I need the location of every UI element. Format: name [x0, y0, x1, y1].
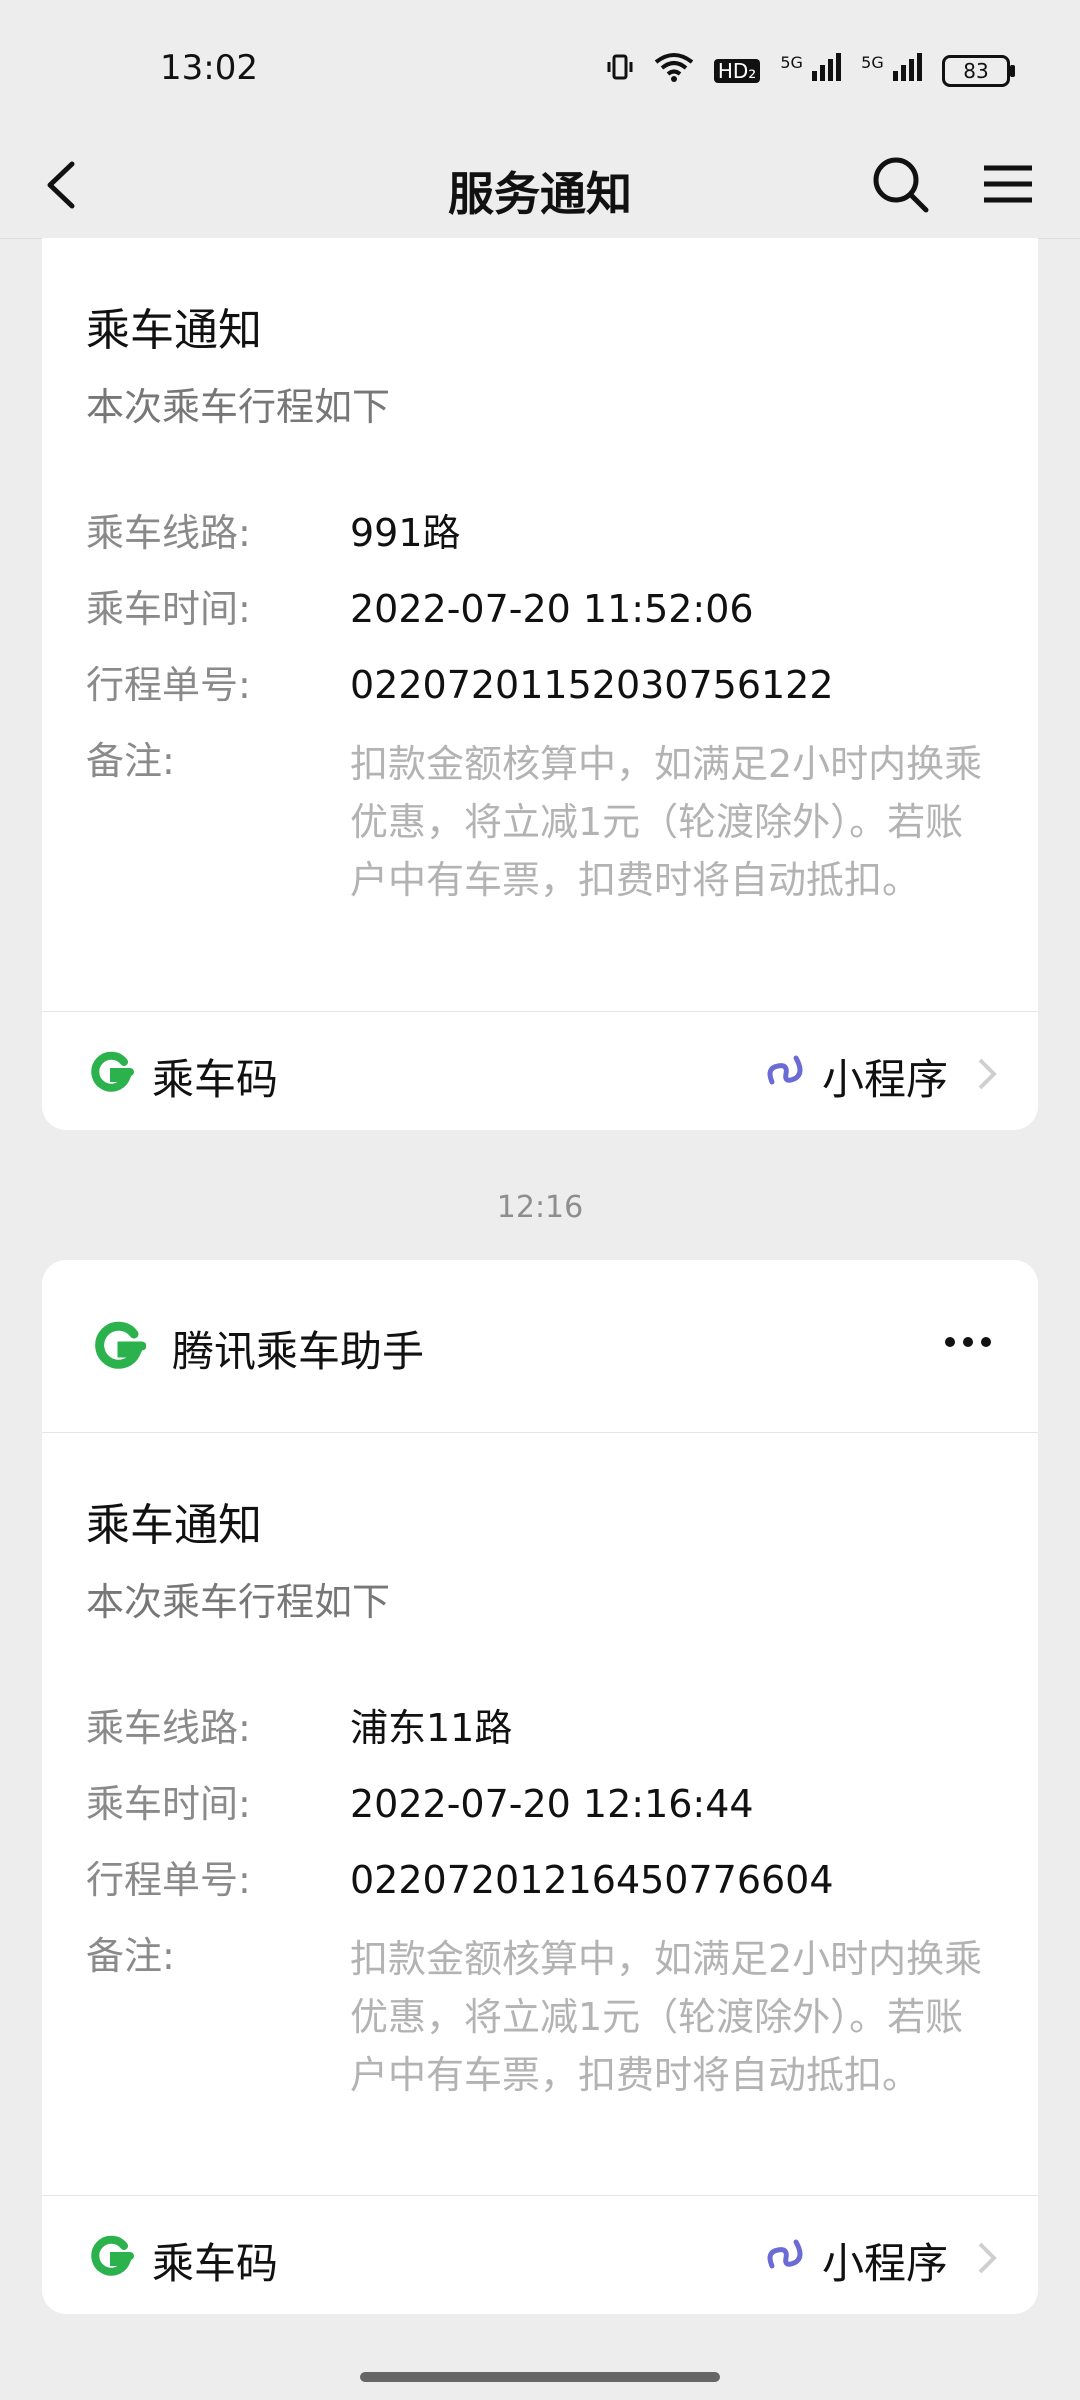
ride-code-icon [91, 1051, 134, 1092]
chevron-right-icon [978, 1058, 997, 1090]
card-body: 乘车通知 本次乘车行程如下 乘车线路: 浦东11路 乘车时间: 2022-07-… [42, 1433, 1038, 2104]
status-icons: HD₂ 5G 5G 83 [606, 52, 1015, 89]
notification-card[interactable]: 腾讯乘车助手 乘车通知 本次乘车行程如下 乘车线路: 浦东11路 乘车时间: 2… [42, 1260, 1038, 2314]
notification-card[interactable]: 乘车通知 本次乘车行程如下 乘车线路: 991路 乘车时间: 2022-07-2… [42, 238, 1038, 1130]
row-label: 乘车线路: [86, 1706, 251, 1750]
detail-row-note: 备注: 扣款金额核算中，如满足2小时内换乘优惠，将立减1元（轮渡除外）。若账户中… [86, 735, 994, 909]
mini-program-label: 小程序 [822, 2239, 949, 2288]
card-header: 腾讯乘车助手 [42, 1260, 1038, 1433]
message-timestamp: 12:16 [496, 1190, 584, 1225]
detail-rows: 乘车线路: 991路 乘车时间: 2022-07-20 11:52:06 行程单… [86, 507, 994, 909]
ride-code-label: 乘车码 [152, 1055, 279, 1104]
more-icon[interactable] [938, 1322, 998, 1362]
detail-row-route: 乘车线路: 991路 [86, 507, 994, 559]
row-value: 浦东11路 [350, 1706, 513, 1750]
detail-row-order: 行程单号: 02207201152030756122 [86, 659, 994, 711]
detail-rows: 乘车线路: 浦东11路 乘车时间: 2022-07-20 12:16:44 行程… [86, 1702, 994, 2104]
home-indicator[interactable] [360, 2372, 720, 2382]
row-value: 2022-07-20 11:52:06 [350, 587, 754, 631]
row-label: 行程单号: [86, 663, 251, 707]
detail-row-route: 乘车线路: 浦东11路 [86, 1702, 994, 1754]
network-label: 5G [861, 53, 884, 72]
card-title: 乘车通知 [86, 305, 262, 356]
hd-icon: HD₂ [713, 58, 761, 83]
card-title: 乘车通知 [86, 1500, 262, 1551]
row-label: 行程单号: [86, 1858, 251, 1902]
menu-button[interactable] [972, 148, 1044, 220]
vibrate-icon [606, 53, 634, 88]
status-bar: 13:02 HD₂ 5G 5G 83 [0, 0, 1080, 140]
wifi-icon [654, 52, 694, 89]
signal-5g-icon: 5G [861, 53, 922, 88]
row-value: 2022-07-20 12:16:44 [350, 1782, 754, 1826]
card-subtitle: 本次乘车行程如下 [86, 1580, 391, 1624]
brand-logo-icon [95, 1321, 146, 1369]
row-value: 扣款金额核算中，如满足2小时内换乘优惠，将立减1元（轮渡除外）。若账户中有车票，… [350, 742, 983, 902]
ride-code-label: 乘车码 [152, 2239, 279, 2288]
search-button[interactable] [864, 148, 936, 220]
row-label: 乘车时间: [86, 587, 251, 631]
row-value: 扣款金额核算中，如满足2小时内换乘优惠，将立减1元（轮渡除外）。若账户中有车票，… [350, 1937, 983, 2097]
detail-row-note: 备注: 扣款金额核算中，如满足2小时内换乘优惠，将立减1元（轮渡除外）。若账户中… [86, 1930, 994, 2104]
row-value: 02207201152030756122 [350, 663, 834, 707]
mini-program-icon [767, 2239, 803, 2269]
detail-row-order: 行程单号: 02207201216450776604 [86, 1854, 994, 1906]
row-label: 乘车时间: [86, 1782, 251, 1826]
search-icon [873, 157, 929, 213]
row-label: 备注: [86, 739, 175, 783]
row-label: 备注: [86, 1934, 175, 1978]
network-label: 5G [780, 53, 803, 72]
signal-5g-icon: 5G [780, 53, 842, 88]
row-value: 02207201216450776604 [350, 1858, 834, 1902]
chevron-right-icon [978, 2242, 997, 2274]
detail-row-time: 乘车时间: 2022-07-20 12:16:44 [86, 1778, 994, 1830]
mini-program-icon [767, 1055, 803, 1085]
nav-bar: 服务通知 [0, 140, 1080, 239]
detail-row-time: 乘车时间: 2022-07-20 11:52:06 [86, 583, 994, 635]
card-subtitle: 本次乘车行程如下 [86, 385, 391, 429]
row-label: 乘车线路: [86, 511, 251, 555]
brand-name: 腾讯乘车助手 [172, 1327, 425, 1376]
card-footer[interactable]: 乘车码 小程序 [42, 1011, 1038, 1130]
card-footer[interactable]: 乘车码 小程序 [42, 2195, 1038, 2314]
row-value: 991路 [350, 511, 461, 555]
status-time: 13:02 [160, 48, 258, 88]
ride-code-icon [91, 2235, 134, 2276]
menu-icon [984, 165, 1032, 203]
battery-icon: 83 [942, 54, 1015, 87]
card-body: 乘车通知 本次乘车行程如下 乘车线路: 991路 乘车时间: 2022-07-2… [42, 238, 1038, 909]
mini-program-label: 小程序 [822, 1055, 949, 1104]
